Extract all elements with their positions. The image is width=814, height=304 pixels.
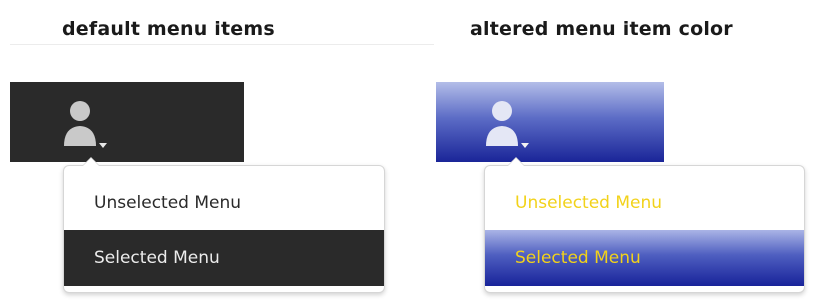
heading-divider (10, 44, 434, 45)
menu-item-selected[interactable]: Selected Menu (485, 230, 804, 286)
chevron-down-icon (521, 143, 529, 148)
menu-item-label: Selected Menu (515, 248, 641, 268)
menu-caret (507, 157, 525, 166)
page: default menu items altered menu item col… (0, 0, 814, 304)
heading-default-menu-items: default menu items (62, 18, 275, 40)
menu-item-label: Selected Menu (94, 248, 220, 268)
dark-toolbar (10, 82, 244, 162)
chevron-down-icon (99, 143, 107, 148)
user-icon (64, 101, 107, 148)
menu-item-unselected[interactable]: Unselected Menu (485, 175, 804, 231)
heading-altered-menu-item-color: altered menu item color (470, 18, 733, 40)
menu-caret (82, 157, 100, 166)
menu-item-label: Unselected Menu (515, 193, 663, 213)
user-icon (486, 101, 529, 148)
menu-item-selected[interactable]: Selected Menu (64, 230, 384, 286)
dropdown-menu-altered: Unselected Menu Selected Menu (484, 157, 805, 293)
menu-item-unselected[interactable]: Unselected Menu (64, 175, 384, 231)
dropdown-menu-default: Unselected Menu Selected Menu (63, 157, 385, 293)
blue-toolbar (436, 82, 664, 162)
user-menu-button[interactable] (60, 94, 124, 154)
user-menu-button[interactable] (482, 94, 546, 154)
menu-item-label: Unselected Menu (94, 193, 242, 213)
